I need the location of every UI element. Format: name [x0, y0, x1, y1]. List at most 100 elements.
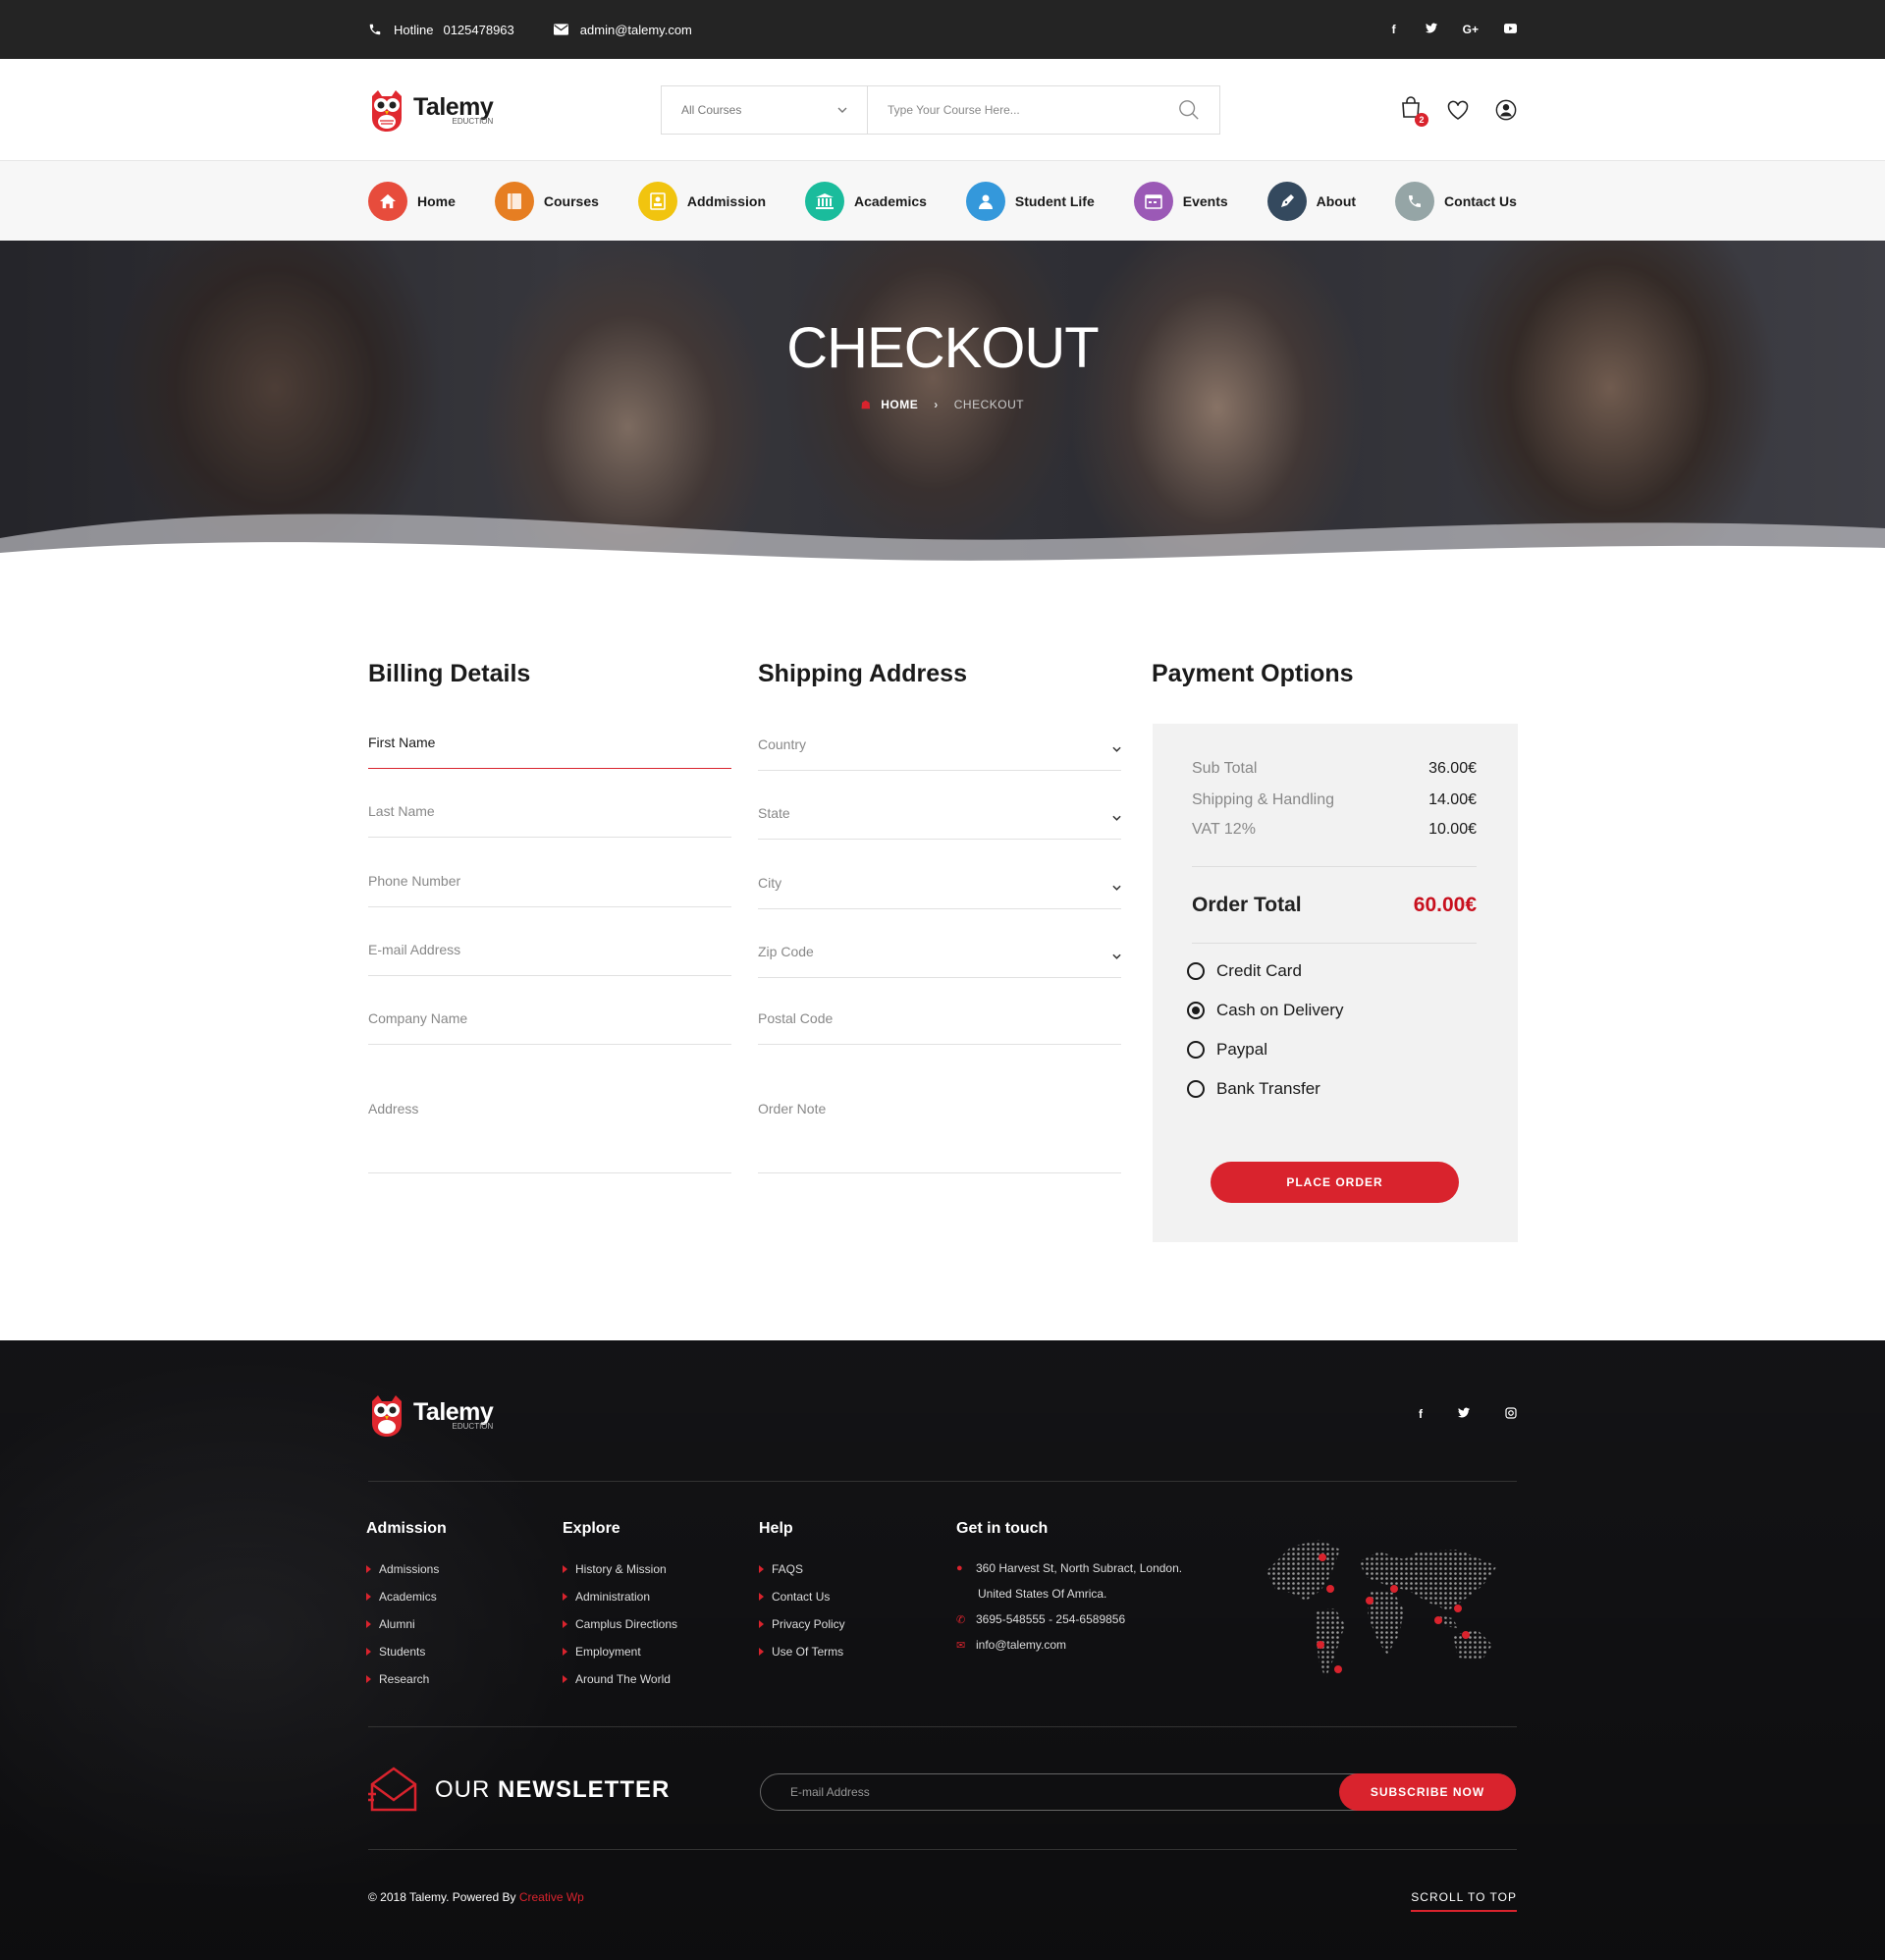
footer-link[interactable]: Contact Us: [759, 1583, 845, 1610]
zip-code-select[interactable]: Zip Code: [758, 909, 1121, 978]
nav-events-label: Events: [1182, 192, 1228, 209]
payment-option-cash-on-delivery[interactable]: Cash on Delivery: [1187, 1001, 1343, 1020]
nav-courses-label: Courses: [543, 192, 599, 209]
contact-phone[interactable]: ✆ 3695-548555 - 254-6589856: [956, 1606, 1182, 1632]
shipping-title: Shipping Address: [758, 660, 967, 687]
search-input[interactable]: Type Your Course Here...: [868, 86, 1219, 134]
first-name-field[interactable]: First Name: [368, 700, 731, 769]
footer-help-title: Help: [759, 1520, 793, 1537]
main-nav: Home Courses Addmission Academics Studen…: [0, 161, 1885, 241]
nav-academics[interactable]: Academics: [804, 181, 927, 221]
footer-logo[interactable]: Talemy EDUCTION: [368, 1393, 494, 1437]
chevron-down-icon: [1112, 885, 1121, 891]
radio-button[interactable]: [1187, 1041, 1205, 1059]
state-select[interactable]: State: [758, 771, 1121, 840]
city-label: City: [758, 875, 782, 891]
nav-about[interactable]: About: [1266, 181, 1356, 221]
footer-overlay: [0, 1340, 1885, 1960]
twitter-icon[interactable]: [1425, 23, 1437, 36]
footer-link[interactable]: Students: [366, 1638, 447, 1665]
book-icon: [494, 181, 534, 221]
nav-home[interactable]: Home: [368, 181, 456, 221]
footer-link[interactable]: Around The World: [563, 1665, 677, 1693]
header-icons: 2: [1401, 96, 1517, 127]
footer-explore-title: Explore: [563, 1520, 620, 1537]
address-label: Address: [368, 1101, 419, 1116]
powered-by-link[interactable]: Creative Wp: [519, 1890, 584, 1904]
phone-number-field[interactable]: Phone Number: [368, 839, 731, 907]
payment-option-paypal[interactable]: Paypal: [1187, 1040, 1267, 1060]
credit-card-label: Credit Card: [1216, 961, 1302, 980]
footer-link[interactable]: Admissions: [366, 1555, 447, 1583]
banner-wave: [0, 514, 1885, 568]
nav-student-life[interactable]: Student Life: [965, 181, 1095, 221]
country-select[interactable]: Country: [758, 702, 1121, 771]
divider: [1192, 943, 1477, 944]
nav-academics-label: Academics: [853, 192, 927, 209]
email-field[interactable]: E-mail Address: [368, 907, 731, 976]
nav-courses[interactable]: Courses: [494, 181, 599, 221]
postal-code-field[interactable]: Postal Code: [758, 976, 1121, 1045]
facebook-icon[interactable]: f: [1388, 23, 1400, 36]
site-footer: Talemy EDUCTION f Admission Admissions A…: [0, 1340, 1885, 1960]
scroll-to-top-button[interactable]: SCROLL TO TOP: [1411, 1890, 1517, 1912]
order-note-field[interactable]: Order Note: [758, 1063, 1121, 1173]
footer-help-column: Help FAQS Contact Us Privacy Policy Use …: [759, 1520, 845, 1665]
nav-admission[interactable]: Addmission: [637, 181, 766, 221]
cart-button[interactable]: 2: [1401, 96, 1428, 127]
subscribe-button[interactable]: SUBSCRIBE NOW: [1339, 1773, 1516, 1811]
sub-total-value: 36.00€: [1428, 760, 1477, 777]
cash-on-delivery-label: Cash on Delivery: [1216, 1001, 1344, 1019]
social-links: f G+: [1388, 23, 1517, 36]
search-icon[interactable]: [1178, 99, 1200, 121]
order-total-value: 60.00€: [1413, 894, 1477, 916]
youtube-icon[interactable]: [1504, 23, 1517, 36]
footer-link[interactable]: Camplus Directions: [563, 1610, 677, 1638]
pen-icon: [1266, 181, 1307, 221]
payment-option-credit-card[interactable]: Credit Card: [1187, 961, 1302, 981]
footer-contact-title: Get in touch: [956, 1520, 1049, 1537]
email-address[interactable]: admin@talemy.com: [580, 23, 692, 37]
site-logo[interactable]: Talemy EDUCTION: [368, 88, 494, 132]
footer-link[interactable]: FAQS: [759, 1555, 845, 1583]
footer-link[interactable]: Privacy Policy: [759, 1610, 845, 1638]
course-search: All Courses Type Your Course Here...: [661, 85, 1220, 135]
payment-option-bank-transfer[interactable]: Bank Transfer: [1187, 1079, 1320, 1099]
city-select[interactable]: City: [758, 841, 1121, 909]
email-contact[interactable]: admin@talemy.com: [553, 23, 692, 37]
footer-link[interactable]: Employment: [563, 1638, 677, 1665]
chevron-right-icon: ›: [934, 398, 939, 411]
company-name-field[interactable]: Company Name: [368, 976, 731, 1045]
footer-link[interactable]: Research: [366, 1665, 447, 1693]
footer-link[interactable]: Alumni: [366, 1610, 447, 1638]
newsletter-email-input[interactable]: E-mail Address SUBSCRIBE NOW: [760, 1773, 1516, 1811]
country-label: Country: [758, 736, 807, 752]
home-icon: [368, 181, 407, 221]
footer-link[interactable]: Use Of Terms: [759, 1638, 845, 1665]
user-account-icon[interactable]: [1495, 99, 1517, 121]
nav-contact[interactable]: Contact Us: [1395, 181, 1517, 221]
instagram-icon[interactable]: [1505, 1407, 1517, 1422]
radio-button[interactable]: [1187, 1080, 1205, 1098]
shipping-row: Shipping & Handling 14.00€: [1192, 791, 1477, 809]
footer-link[interactable]: Administration: [563, 1583, 677, 1610]
address-field[interactable]: Address: [368, 1063, 731, 1173]
id-card-icon: [637, 181, 677, 221]
first-name-label: First Name: [368, 735, 436, 750]
nav-events[interactable]: Events: [1133, 181, 1228, 221]
contact-email[interactable]: ✉ info@talemy.com: [956, 1632, 1182, 1658]
category-select[interactable]: All Courses: [662, 86, 868, 134]
footer-link[interactable]: Academics: [366, 1583, 447, 1610]
place-order-button[interactable]: PLACE ORDER: [1211, 1162, 1459, 1203]
radio-button[interactable]: [1187, 962, 1205, 980]
heart-icon[interactable]: [1446, 100, 1470, 120]
footer-link[interactable]: History & Mission: [563, 1555, 677, 1583]
map-pin-icon: ●: [956, 1562, 963, 1574]
google-plus-icon[interactable]: G+: [1463, 23, 1479, 36]
hotline-number[interactable]: 0125478963: [443, 23, 513, 37]
facebook-icon[interactable]: f: [1419, 1407, 1423, 1422]
breadcrumb-home[interactable]: HOME: [881, 398, 918, 411]
twitter-icon[interactable]: [1458, 1407, 1470, 1422]
radio-button-selected[interactable]: [1187, 1002, 1205, 1019]
last-name-field[interactable]: Last Name: [368, 769, 731, 838]
